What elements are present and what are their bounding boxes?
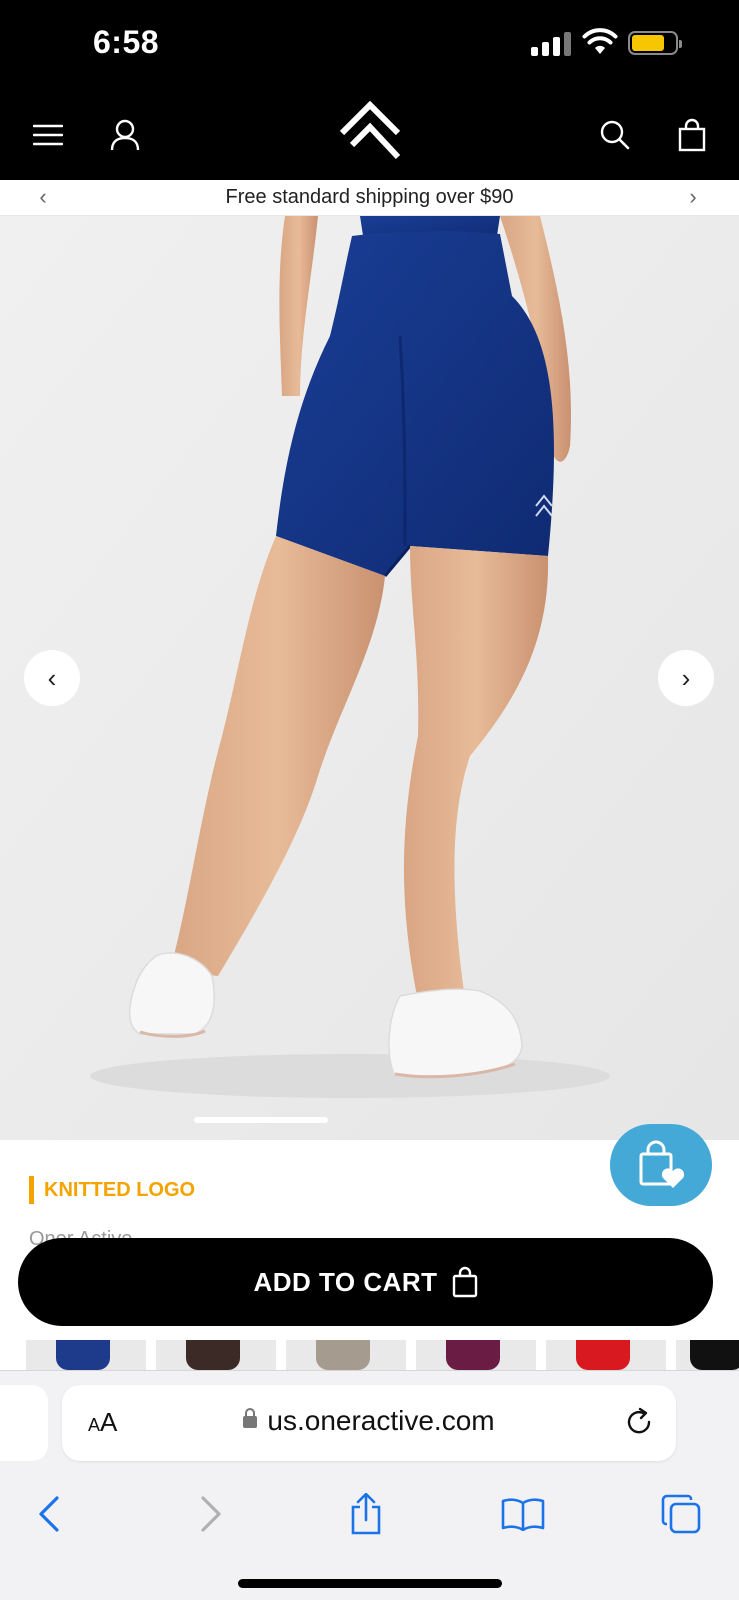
back-button[interactable]: [24, 1489, 74, 1539]
color-swatch-red[interactable]: [546, 1340, 666, 1370]
hamburger-menu-icon[interactable]: [23, 110, 73, 160]
home-indicator: [238, 1579, 502, 1588]
swatch-color: [56, 1340, 110, 1370]
product-image-carousel[interactable]: ‹ ›: [0, 216, 739, 1140]
url-display[interactable]: us.oneractive.com: [62, 1405, 676, 1437]
wishlist-button[interactable]: [610, 1124, 712, 1206]
announcement-bar: ‹ Free standard shipping over $90 ›: [0, 180, 739, 216]
reload-icon[interactable]: [622, 1405, 656, 1439]
swatch-color: [186, 1340, 240, 1370]
color-swatch-navy[interactable]: [26, 1340, 146, 1370]
tabs-icon: [661, 1494, 701, 1534]
address-bar[interactable]: AA us.oneractive.com: [62, 1385, 676, 1461]
forward-chevron-icon: [201, 1496, 221, 1532]
forward-button[interactable]: [186, 1489, 236, 1539]
add-to-cart-button[interactable]: ADD TO CART: [18, 1238, 713, 1326]
product-tagline: KNITTED LOGO: [29, 1176, 195, 1204]
lock-icon: [243, 1408, 258, 1428]
brand-logo-icon[interactable]: [335, 96, 405, 166]
cart-bag-icon[interactable]: [667, 110, 717, 160]
wifi-icon: [582, 28, 618, 54]
swatch-color: [316, 1340, 370, 1370]
carousel-prev-button[interactable]: ‹: [24, 650, 80, 706]
search-icon[interactable]: [590, 110, 640, 160]
tabs-button[interactable]: [656, 1489, 706, 1539]
announcement-text: Free standard shipping over $90: [225, 186, 514, 208]
shopping-bag-heart-icon: [639, 1140, 685, 1188]
site-header: [0, 90, 739, 180]
back-chevron-icon: [39, 1496, 59, 1532]
signal-icon: [531, 32, 571, 56]
share-icon: [351, 1493, 381, 1535]
browser-chrome: AA us.oneractive.com: [0, 1370, 739, 1600]
swatch-color: [446, 1340, 500, 1370]
swatch-color: [576, 1340, 630, 1370]
carousel-next-button[interactable]: ›: [658, 650, 714, 706]
bookmarks-button[interactable]: [498, 1489, 548, 1539]
shopping-bag-icon: [452, 1266, 477, 1298]
account-icon[interactable]: [100, 110, 150, 160]
color-swatch-brown[interactable]: [156, 1340, 276, 1370]
carousel-scroll-indicator: [194, 1117, 328, 1123]
product-photo: [0, 216, 739, 1140]
share-button[interactable]: [341, 1489, 391, 1539]
announcement-next-chevron-icon[interactable]: ›: [681, 184, 705, 210]
color-swatch-taupe[interactable]: [286, 1340, 406, 1370]
browser-toolbar: [0, 1479, 739, 1549]
battery-icon: [628, 31, 682, 55]
page: 6:58 ‹ Free standard shipping over $90 ›…: [0, 0, 739, 1600]
previous-tab-preview[interactable]: [0, 1385, 48, 1461]
url-text: us.oneractive.com: [267, 1405, 495, 1436]
bookmarks-book-icon: [501, 1498, 545, 1531]
status-time: 6:58: [93, 24, 160, 60]
status-bar: 6:58: [0, 0, 739, 90]
color-swatches: [26, 1340, 739, 1370]
swatch-color: [690, 1340, 739, 1370]
color-swatch-black[interactable]: [676, 1340, 739, 1370]
add-to-cart-label: ADD TO CART: [253, 1266, 438, 1297]
color-swatch-plum[interactable]: [416, 1340, 536, 1370]
